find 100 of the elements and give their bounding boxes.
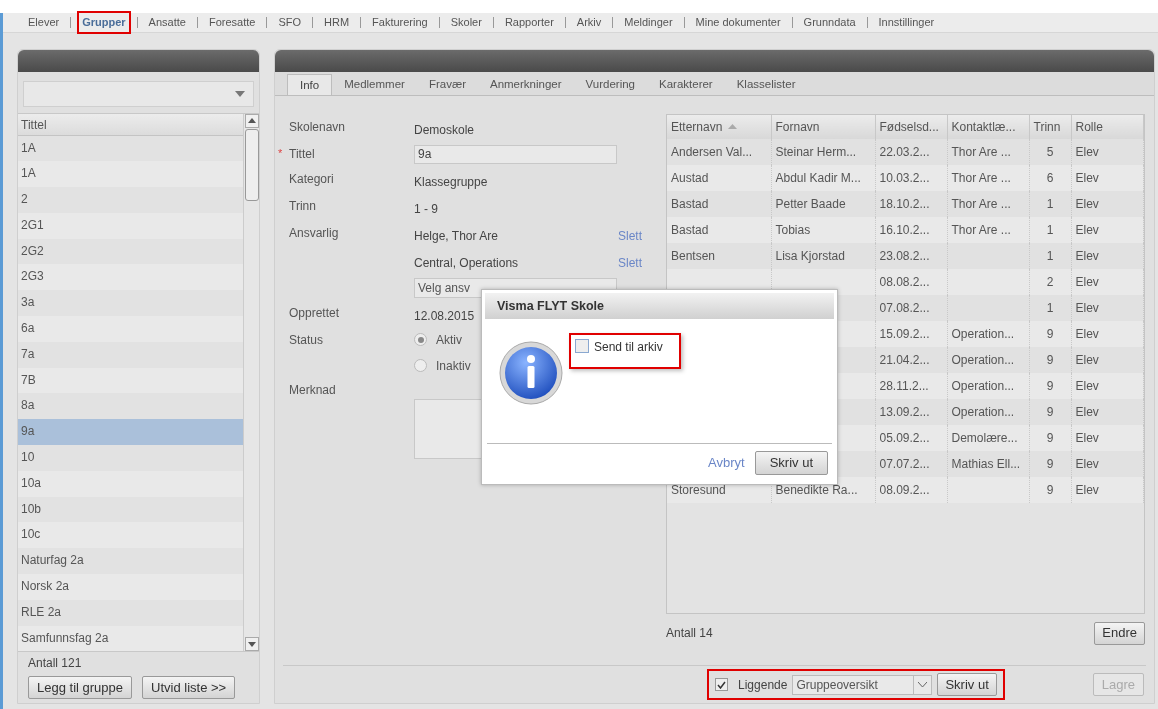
table-cell: Lisa Kjorstad bbox=[775, 248, 845, 263]
caret-icon bbox=[235, 90, 245, 97]
table-cell: Demolære... bbox=[951, 430, 1018, 445]
table-cell: Bentsen bbox=[671, 248, 716, 263]
scroll-up-icon[interactable] bbox=[247, 118, 256, 123]
table-cell: 05.09.2... bbox=[879, 430, 930, 445]
landscape-checkbox[interactable] bbox=[715, 678, 728, 692]
group-list-item[interactable]: Norsk 2a bbox=[18, 574, 243, 600]
member-count: Antall 14 bbox=[666, 624, 713, 642]
table-cell: Bastad bbox=[671, 196, 709, 211]
tab[interactable]: Vurdering bbox=[573, 73, 647, 95]
nav-link[interactable]: Skoler bbox=[447, 13, 485, 32]
group-list-item[interactable]: 9a bbox=[18, 419, 243, 446]
nav-link[interactable]: Mine dokumenter bbox=[692, 13, 784, 32]
group-list-item[interactable]: 10a bbox=[18, 470, 243, 497]
nav-link[interactable]: Ansatte bbox=[145, 13, 189, 32]
table-cell: Storesund bbox=[671, 482, 726, 497]
nav-link[interactable]: Elever bbox=[25, 13, 63, 32]
tab[interactable]: Klasselister bbox=[724, 73, 808, 95]
table-cell: 1 bbox=[1046, 248, 1054, 263]
panel-button[interactable]: Utvid liste >> bbox=[142, 676, 236, 700]
tab[interactable]: Info bbox=[287, 73, 333, 95]
table-cell: Elev bbox=[1075, 170, 1099, 185]
print-button[interactable]: Skriv ut bbox=[937, 673, 997, 697]
group-list-item[interactable]: 2G3 bbox=[18, 264, 243, 291]
table-cell: 9 bbox=[1046, 482, 1054, 497]
report-select[interactable]: Gruppeoversikt bbox=[792, 674, 933, 695]
nav-link[interactable]: SFO bbox=[275, 13, 304, 32]
table-cell: 1 bbox=[1046, 196, 1054, 211]
scroll-down-icon[interactable] bbox=[247, 641, 256, 647]
print-button[interactable]: Skriv ut bbox=[754, 450, 828, 475]
nav-link[interactable]: Grupper bbox=[79, 13, 129, 32]
tab[interactable]: Medlemmer bbox=[332, 73, 417, 95]
field-value: Demoskole bbox=[414, 121, 475, 139]
radio-button[interactable] bbox=[414, 359, 427, 372]
table-cell: Petter Baade bbox=[775, 196, 846, 211]
field-value: Klassegruppe bbox=[414, 173, 488, 191]
tab[interactable]: Karakterer bbox=[647, 73, 725, 95]
table-cell: Tobias bbox=[775, 222, 811, 237]
cancel-link[interactable]: Avbryt bbox=[708, 452, 745, 473]
table-cell: 15.09.2... bbox=[879, 326, 930, 341]
radio-button[interactable] bbox=[414, 333, 427, 346]
nav-link[interactable]: Fakturering bbox=[369, 13, 431, 32]
table-cell: Austad bbox=[671, 170, 709, 185]
table-cell: 07.08.2... bbox=[879, 300, 930, 315]
column-header[interactable]: Kontaktlæ... bbox=[947, 114, 1029, 139]
group-list-item[interactable]: 7B bbox=[18, 367, 243, 394]
table-cell: 9 bbox=[1046, 456, 1054, 471]
caret-icon[interactable] bbox=[918, 681, 928, 688]
nav-link[interactable]: Grunndata bbox=[800, 13, 859, 32]
column-header[interactable]: Trinn bbox=[1029, 114, 1071, 139]
scrollbar[interactable] bbox=[243, 113, 259, 652]
group-list-item[interactable]: 10c bbox=[18, 522, 243, 549]
table-cell: Elev bbox=[1075, 326, 1099, 341]
column-header[interactable]: Tittel bbox=[18, 113, 243, 136]
table-cell: Thor Are ... bbox=[951, 144, 1011, 159]
column-header[interactable]: Fødselsd... bbox=[875, 114, 947, 139]
table-cell: Operation... bbox=[951, 326, 1015, 341]
group-count: Antall 121 bbox=[28, 655, 83, 673]
nav-link[interactable]: Arkiv bbox=[573, 13, 605, 32]
group-list-item[interactable]: 6a bbox=[18, 316, 243, 342]
responsible-name: Helge, Thor Are bbox=[414, 227, 498, 245]
tab[interactable]: Anmerkninger bbox=[477, 73, 574, 95]
scroll-thumb[interactable] bbox=[244, 128, 259, 201]
table-cell: Elev bbox=[1075, 300, 1099, 315]
group-list-item[interactable]: 2G1 bbox=[18, 212, 243, 239]
nav-link[interactable]: Rapporter bbox=[501, 13, 557, 32]
radio-label: Aktiv bbox=[436, 331, 462, 349]
table-cell: 08.08.2... bbox=[879, 274, 930, 289]
table-cell: 18.10.2... bbox=[879, 196, 930, 211]
table-cell: Elev bbox=[1075, 196, 1099, 211]
nav-link[interactable]: Foresatte bbox=[205, 13, 259, 32]
table-cell: Andersen Val... bbox=[671, 144, 753, 159]
field-label: Opprettet bbox=[289, 304, 340, 322]
nav-link[interactable]: Meldinger bbox=[621, 13, 676, 32]
table-cell: Elev bbox=[1075, 482, 1099, 497]
field-value: 12.08.2015 bbox=[414, 307, 475, 325]
panel-button[interactable]: Legg til gruppe bbox=[28, 676, 132, 700]
table-cell: 6 bbox=[1046, 170, 1054, 185]
table-cell: 23.08.2... bbox=[879, 248, 930, 263]
field-label: Ansvarlig bbox=[289, 224, 339, 242]
group-list-item[interactable]: Samfunnsfag 2a bbox=[18, 625, 243, 652]
column-header[interactable]: Rolle bbox=[1071, 114, 1143, 139]
nav-link[interactable]: Innstillinger bbox=[875, 13, 938, 32]
title-input[interactable]: 9a bbox=[414, 144, 617, 164]
archive-checkbox[interactable] bbox=[575, 339, 589, 353]
table-cell: 28.11.2... bbox=[879, 378, 929, 393]
column-header[interactable]: Etternavn bbox=[667, 114, 771, 139]
field-label: Status bbox=[289, 331, 324, 349]
edit-button[interactable]: Endre bbox=[1094, 621, 1145, 645]
nav-link[interactable]: HRM bbox=[321, 13, 353, 32]
tab[interactable]: Fravær bbox=[416, 73, 478, 95]
group-list-item[interactable]: 1A bbox=[18, 161, 243, 188]
field-label: Kategori bbox=[289, 170, 334, 188]
table-cell: Abdul Kadir M... bbox=[775, 170, 861, 185]
column-header[interactable]: Fornavn bbox=[771, 114, 875, 139]
info-icon bbox=[499, 341, 563, 405]
table-cell: 07.07.2... bbox=[879, 456, 930, 471]
table-cell: Thor Are ... bbox=[951, 196, 1011, 211]
table-cell: Thor Are ... bbox=[951, 222, 1011, 237]
